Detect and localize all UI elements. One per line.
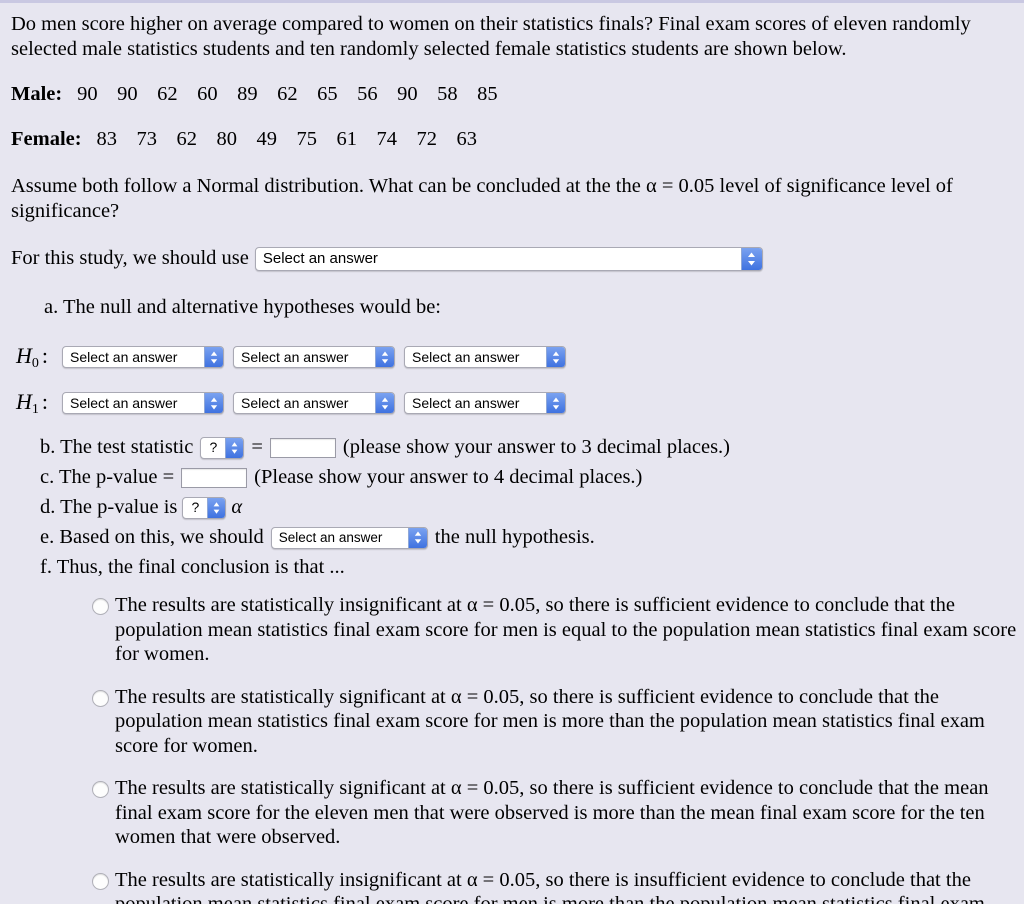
p-value-input[interactable]	[181, 467, 248, 488]
null-hypothesis-select-1[interactable]: Select an answer	[62, 346, 224, 368]
alt-hypothesis-select-1-value: Select an answer	[70, 395, 178, 411]
chevron-updown-icon	[546, 393, 565, 413]
part-c-hint: (Please show your answer to 4 decimal pl…	[254, 466, 643, 488]
part-b-label: b. The test statistic	[40, 436, 194, 458]
alt-hypothesis-select-3[interactable]: Select an answer	[404, 392, 566, 414]
male-values: 90 90 62 60 89 62 65 56 90 58 85	[67, 83, 507, 105]
data-value: 85	[477, 83, 498, 105]
data-value: 89	[237, 83, 258, 105]
radio-button-icon[interactable]	[92, 781, 109, 798]
part-b-equals: =	[251, 436, 263, 458]
chevron-updown-icon	[225, 437, 244, 458]
decision-select-value: Select an answer	[278, 530, 383, 545]
question-prompt: Do men score higher on average compared …	[11, 13, 971, 60]
data-value: 61	[336, 128, 357, 150]
null-hypothesis-row: H0: Select an answer Select an answer Se…	[16, 342, 1024, 372]
conclusion-choice-label: The results are statistically insignific…	[115, 868, 985, 904]
null-hypothesis-select-2[interactable]: Select an answer	[233, 346, 395, 368]
chevron-updown-icon	[375, 393, 394, 413]
data-value: 56	[357, 83, 378, 105]
alt-hypothesis-select-1[interactable]: Select an answer	[62, 392, 224, 414]
p-value-comparison-select-value: ?	[191, 499, 200, 515]
study-method-line: For this study, we should use Select an …	[11, 246, 1024, 271]
data-value: 58	[437, 83, 458, 105]
conclusion-choice[interactable]: The results are statistically significan…	[92, 776, 1024, 850]
assumption-text: Assume both follow a Normal distribution…	[11, 175, 953, 222]
data-value: 73	[136, 128, 157, 150]
data-value: 83	[96, 128, 117, 150]
question-page: Do men score higher on average compared …	[0, 0, 1024, 904]
chevron-updown-icon	[740, 247, 762, 270]
part-f-label: f. Thus, the final conclusion is that ..…	[40, 556, 345, 578]
part-d-label: d. The p-value is	[40, 496, 178, 518]
part-a-label: a. The null and alternative hypotheses w…	[44, 296, 441, 318]
data-value: 90	[77, 83, 98, 105]
female-values: 83 73 62 80 49 75 61 74 72 63	[87, 128, 487, 150]
test-statistic-input[interactable]	[269, 437, 336, 458]
data-value: 90	[397, 83, 418, 105]
male-label: Male:	[11, 83, 63, 105]
alt-hypothesis-label: H1:	[16, 388, 49, 417]
conclusion-choice[interactable]: The results are statistically insignific…	[92, 868, 1024, 904]
data-value: 75	[296, 128, 317, 150]
study-method-label: For this study, we should use	[11, 247, 249, 269]
female-label: Female:	[11, 128, 82, 150]
alt-hypothesis-row: H1: Select an answer Select an answer Se…	[16, 388, 1024, 418]
conclusion-choice-label: The results are statistically significan…	[115, 685, 985, 757]
data-value: 72	[416, 128, 437, 150]
part-e-label: e. Based on this, we should	[40, 526, 264, 548]
conclusion-choice-label: The results are statistically significan…	[115, 777, 989, 848]
p-value-comparison-select[interactable]: ?	[182, 496, 227, 519]
data-value: 62	[157, 83, 178, 105]
part-e-suffix: the null hypothesis.	[434, 526, 595, 548]
null-hypothesis-label: H0:	[16, 342, 49, 371]
radio-button-icon[interactable]	[92, 872, 109, 890]
data-value: 90	[117, 83, 138, 105]
test-statistic-select-value: ?	[209, 439, 218, 455]
part-c-row: c. The p-value = (Please show your answe…	[40, 465, 1024, 490]
data-value: 62	[176, 128, 197, 150]
radio-button-icon[interactable]	[92, 689, 109, 707]
chevron-updown-icon	[204, 393, 223, 413]
null-hypothesis-select-1-value: Select an answer	[70, 349, 178, 365]
conclusion-choices: The results are statistically insignific…	[92, 593, 1024, 904]
data-value: 63	[456, 128, 477, 150]
alt-hypothesis-select-2-value: Select an answer	[241, 395, 349, 411]
hypotheses-block: H0: Select an answer Select an answer Se…	[0, 342, 1024, 418]
radio-button-icon[interactable]	[92, 598, 109, 615]
chevron-updown-icon	[207, 497, 226, 518]
study-method-select-value: Select an answer	[262, 250, 378, 267]
part-d-alpha: α	[231, 496, 243, 518]
chevron-updown-icon	[204, 347, 223, 367]
alt-hypothesis-select-3-value: Select an answer	[412, 395, 520, 411]
female-data-row: Female: 83 73 62 80 49 75 61 74 72 63	[11, 127, 1024, 152]
study-method-select[interactable]: Select an answer	[254, 246, 763, 271]
test-statistic-select[interactable]: ?	[200, 436, 245, 459]
conclusion-choice-label: The results are statistically insignific…	[115, 594, 1017, 665]
null-hypothesis-select-3[interactable]: Select an answer	[404, 346, 566, 368]
data-value: 80	[216, 128, 237, 150]
parts-list: b. The test statistic ? = (please show y…	[40, 435, 1024, 580]
alt-hypothesis-select-2[interactable]: Select an answer	[233, 392, 395, 414]
part-b-row: b. The test statistic ? = (please show y…	[40, 435, 1024, 460]
part-c-label: c. The p-value =	[40, 466, 175, 488]
conclusion-choice[interactable]: The results are statistically insignific…	[92, 593, 1024, 667]
part-e-row: e. Based on this, we should Select an an…	[40, 525, 1024, 550]
chevron-updown-icon	[375, 347, 394, 367]
male-data-row: Male: 90 90 62 60 89 62 65 56 90 58 85	[11, 82, 1024, 107]
data-value: 62	[277, 83, 298, 105]
conclusion-choice[interactable]: The results are statistically significan…	[92, 685, 1024, 759]
data-value: 65	[317, 83, 338, 105]
chevron-updown-icon	[546, 347, 565, 367]
data-value: 60	[197, 83, 218, 105]
data-value: 49	[256, 128, 277, 150]
chevron-updown-icon	[407, 527, 427, 548]
part-b-hint: (please show your answer to 3 decimal pl…	[342, 436, 731, 458]
null-hypothesis-select-3-value: Select an answer	[412, 349, 520, 365]
null-hypothesis-select-2-value: Select an answer	[241, 349, 349, 365]
part-d-row: d. The p-value is ? α	[40, 495, 1024, 520]
data-value: 74	[376, 128, 397, 150]
part-f-row: f. Thus, the final conclusion is that ..…	[40, 555, 1024, 580]
decision-select[interactable]: Select an answer	[270, 526, 428, 549]
